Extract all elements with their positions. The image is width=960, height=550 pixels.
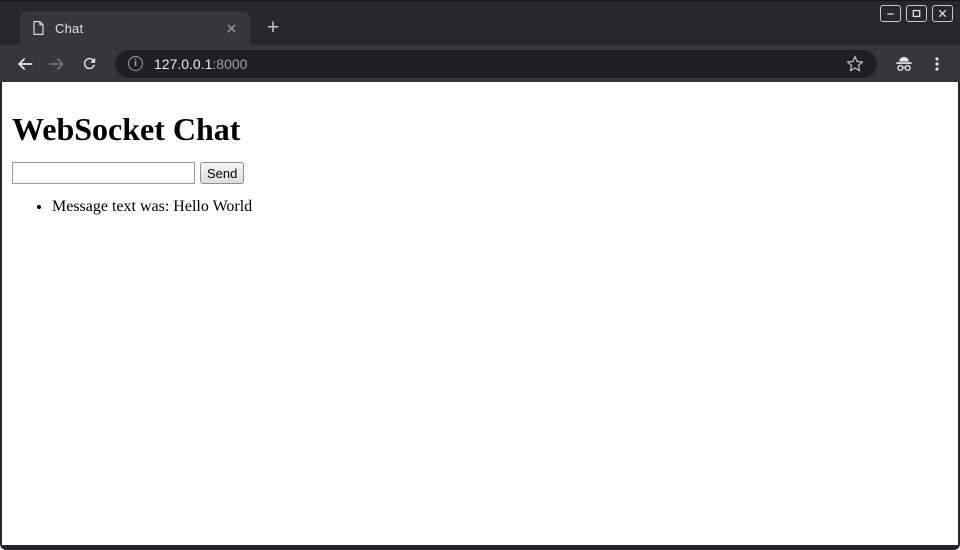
browser-menu-button[interactable] — [923, 50, 951, 78]
incognito-icon — [893, 53, 915, 75]
arrow-right-icon — [47, 54, 67, 74]
message-list: Message text was: Hello World — [12, 198, 950, 216]
message-input[interactable] — [12, 162, 195, 184]
message-item: Message text was: Hello World — [52, 198, 950, 216]
star-icon — [846, 55, 864, 73]
tab-chat[interactable]: Chat — [20, 11, 250, 45]
info-icon[interactable]: i — [128, 56, 143, 71]
close-icon — [937, 8, 948, 19]
close-button[interactable] — [932, 5, 953, 22]
bookmark-star-button[interactable] — [842, 51, 868, 77]
minimize-icon — [885, 8, 896, 19]
tab-close-icon[interactable] — [222, 19, 240, 37]
page-title: WebSocket Chat — [12, 111, 950, 148]
tab-title: Chat — [55, 21, 222, 36]
browser-window: Chat + — [0, 0, 960, 550]
new-tab-button[interactable]: + — [260, 15, 286, 41]
page-content: WebSocket Chat Send Message text was: He… — [2, 82, 958, 545]
reload-button[interactable] — [73, 48, 105, 80]
url-host: 127.0.0.1 — [154, 56, 212, 72]
plus-icon: + — [267, 16, 279, 40]
arrow-left-icon — [15, 54, 35, 74]
reload-icon — [81, 55, 98, 72]
document-icon — [31, 20, 46, 36]
chat-form: Send — [12, 162, 948, 184]
back-button[interactable] — [9, 48, 41, 80]
minimize-button[interactable] — [880, 5, 901, 22]
url-port: :8000 — [212, 56, 247, 72]
window-controls — [880, 5, 953, 22]
maximize-icon — [911, 8, 922, 19]
three-dot-menu-icon — [929, 56, 945, 72]
send-button[interactable]: Send — [200, 162, 244, 184]
address-bar[interactable]: i 127.0.0.1:8000 — [115, 50, 877, 78]
forward-button[interactable] — [41, 48, 73, 80]
incognito-badge — [889, 49, 919, 79]
tab-bar: Chat + — [0, 1, 960, 45]
browser-toolbar: i 127.0.0.1:8000 — [0, 45, 960, 82]
maximize-button[interactable] — [906, 5, 927, 22]
url-text[interactable]: 127.0.0.1:8000 — [154, 56, 247, 72]
